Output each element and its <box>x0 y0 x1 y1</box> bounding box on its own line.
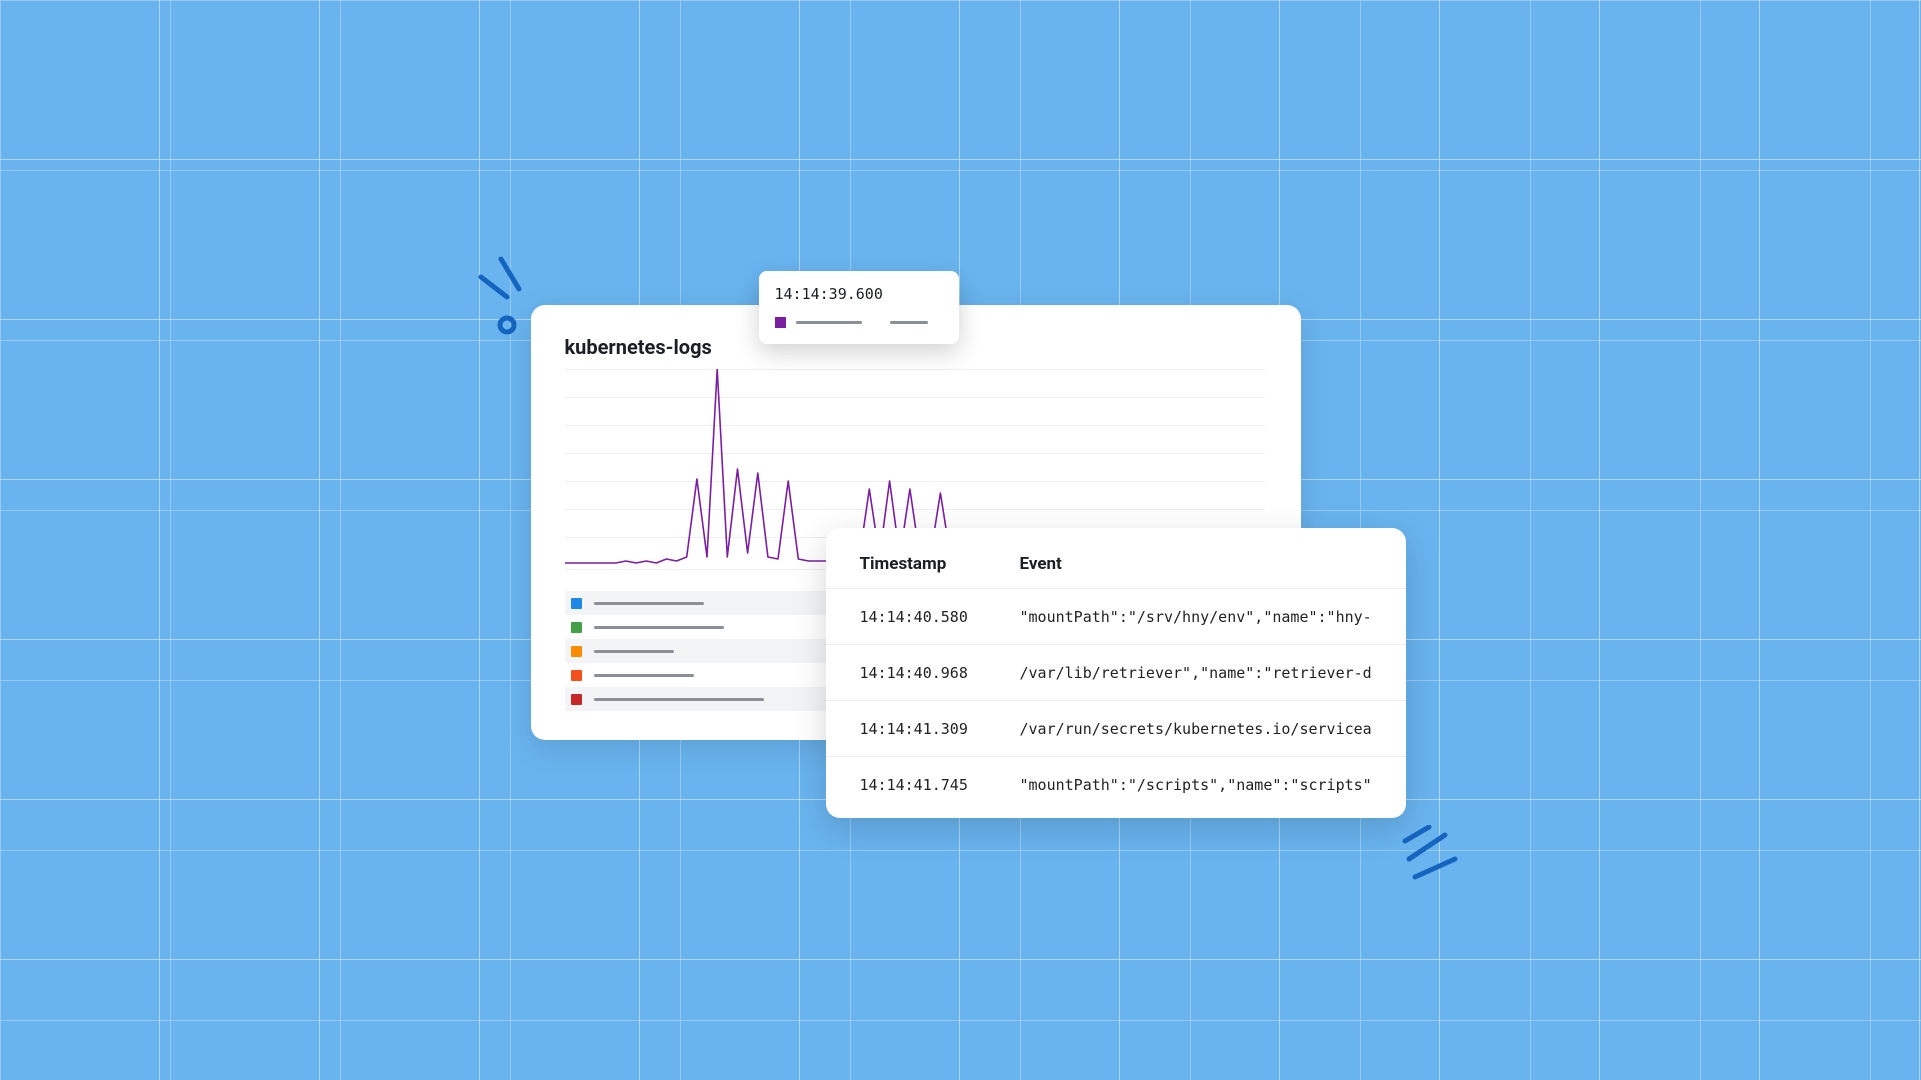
events-cell-event: "mountPath":"/srv/hny/env","name":"hny-m… <box>1020 608 1372 626</box>
chart-tooltip: 14:14:39.600 <box>759 271 959 344</box>
legend-swatch-icon <box>571 646 582 657</box>
events-cell-event: /var/lib/retriever","name":"retriever-da… <box>1020 664 1372 682</box>
legend-swatch-icon <box>571 670 582 681</box>
legend-label-skeleton <box>594 650 674 653</box>
legend-item[interactable] <box>565 639 865 663</box>
events-cell-event: "mountPath":"/scripts","name":"scripts" <box>1020 776 1372 794</box>
events-cell-event: /var/run/secrets/kubernetes.io/serviceac… <box>1020 720 1372 738</box>
events-row[interactable]: 14:14:40.968 /var/lib/retriever","name":… <box>826 644 1406 700</box>
tooltip-timestamp: 14:14:39.600 <box>775 285 943 303</box>
legend <box>565 591 865 711</box>
decoration-burst-bottom-right <box>1399 825 1479 895</box>
events-cell-timestamp: 14:14:41.309 <box>860 720 1020 738</box>
tooltip-label-skeleton <box>796 321 862 324</box>
legend-label-skeleton <box>594 674 694 677</box>
stage: kubernetes-logs <box>241 135 1681 945</box>
events-cell-timestamp: 14:14:41.745 <box>860 776 1020 794</box>
events-header-event[interactable]: Event <box>1020 554 1372 574</box>
legend-swatch-icon <box>571 694 582 705</box>
tooltip-series-swatch-icon <box>775 317 786 328</box>
events-header-row: Timestamp Event <box>826 554 1406 588</box>
events-card: Timestamp Event 14:14:40.580 "mountPath"… <box>826 528 1406 818</box>
legend-item[interactable] <box>565 687 865 711</box>
events-cell-timestamp: 14:14:40.580 <box>860 608 1020 626</box>
legend-item[interactable] <box>565 615 865 639</box>
tooltip-value-skeleton <box>890 321 928 324</box>
events-row[interactable]: 14:14:40.580 "mountPath":"/srv/hny/env",… <box>826 588 1406 644</box>
legend-label-skeleton <box>594 698 764 701</box>
events-header-timestamp[interactable]: Timestamp <box>860 554 1020 574</box>
legend-swatch-icon <box>571 598 582 609</box>
legend-item[interactable] <box>565 591 865 615</box>
legend-item[interactable] <box>565 663 865 687</box>
events-row[interactable]: 14:14:41.309 /var/run/secrets/kubernetes… <box>826 700 1406 756</box>
legend-swatch-icon <box>571 622 582 633</box>
legend-label-skeleton <box>594 626 724 629</box>
legend-label-skeleton <box>594 602 704 605</box>
events-cell-timestamp: 14:14:40.968 <box>860 664 1020 682</box>
events-row[interactable]: 14:14:41.745 "mountPath":"/scripts","nam… <box>826 756 1406 812</box>
